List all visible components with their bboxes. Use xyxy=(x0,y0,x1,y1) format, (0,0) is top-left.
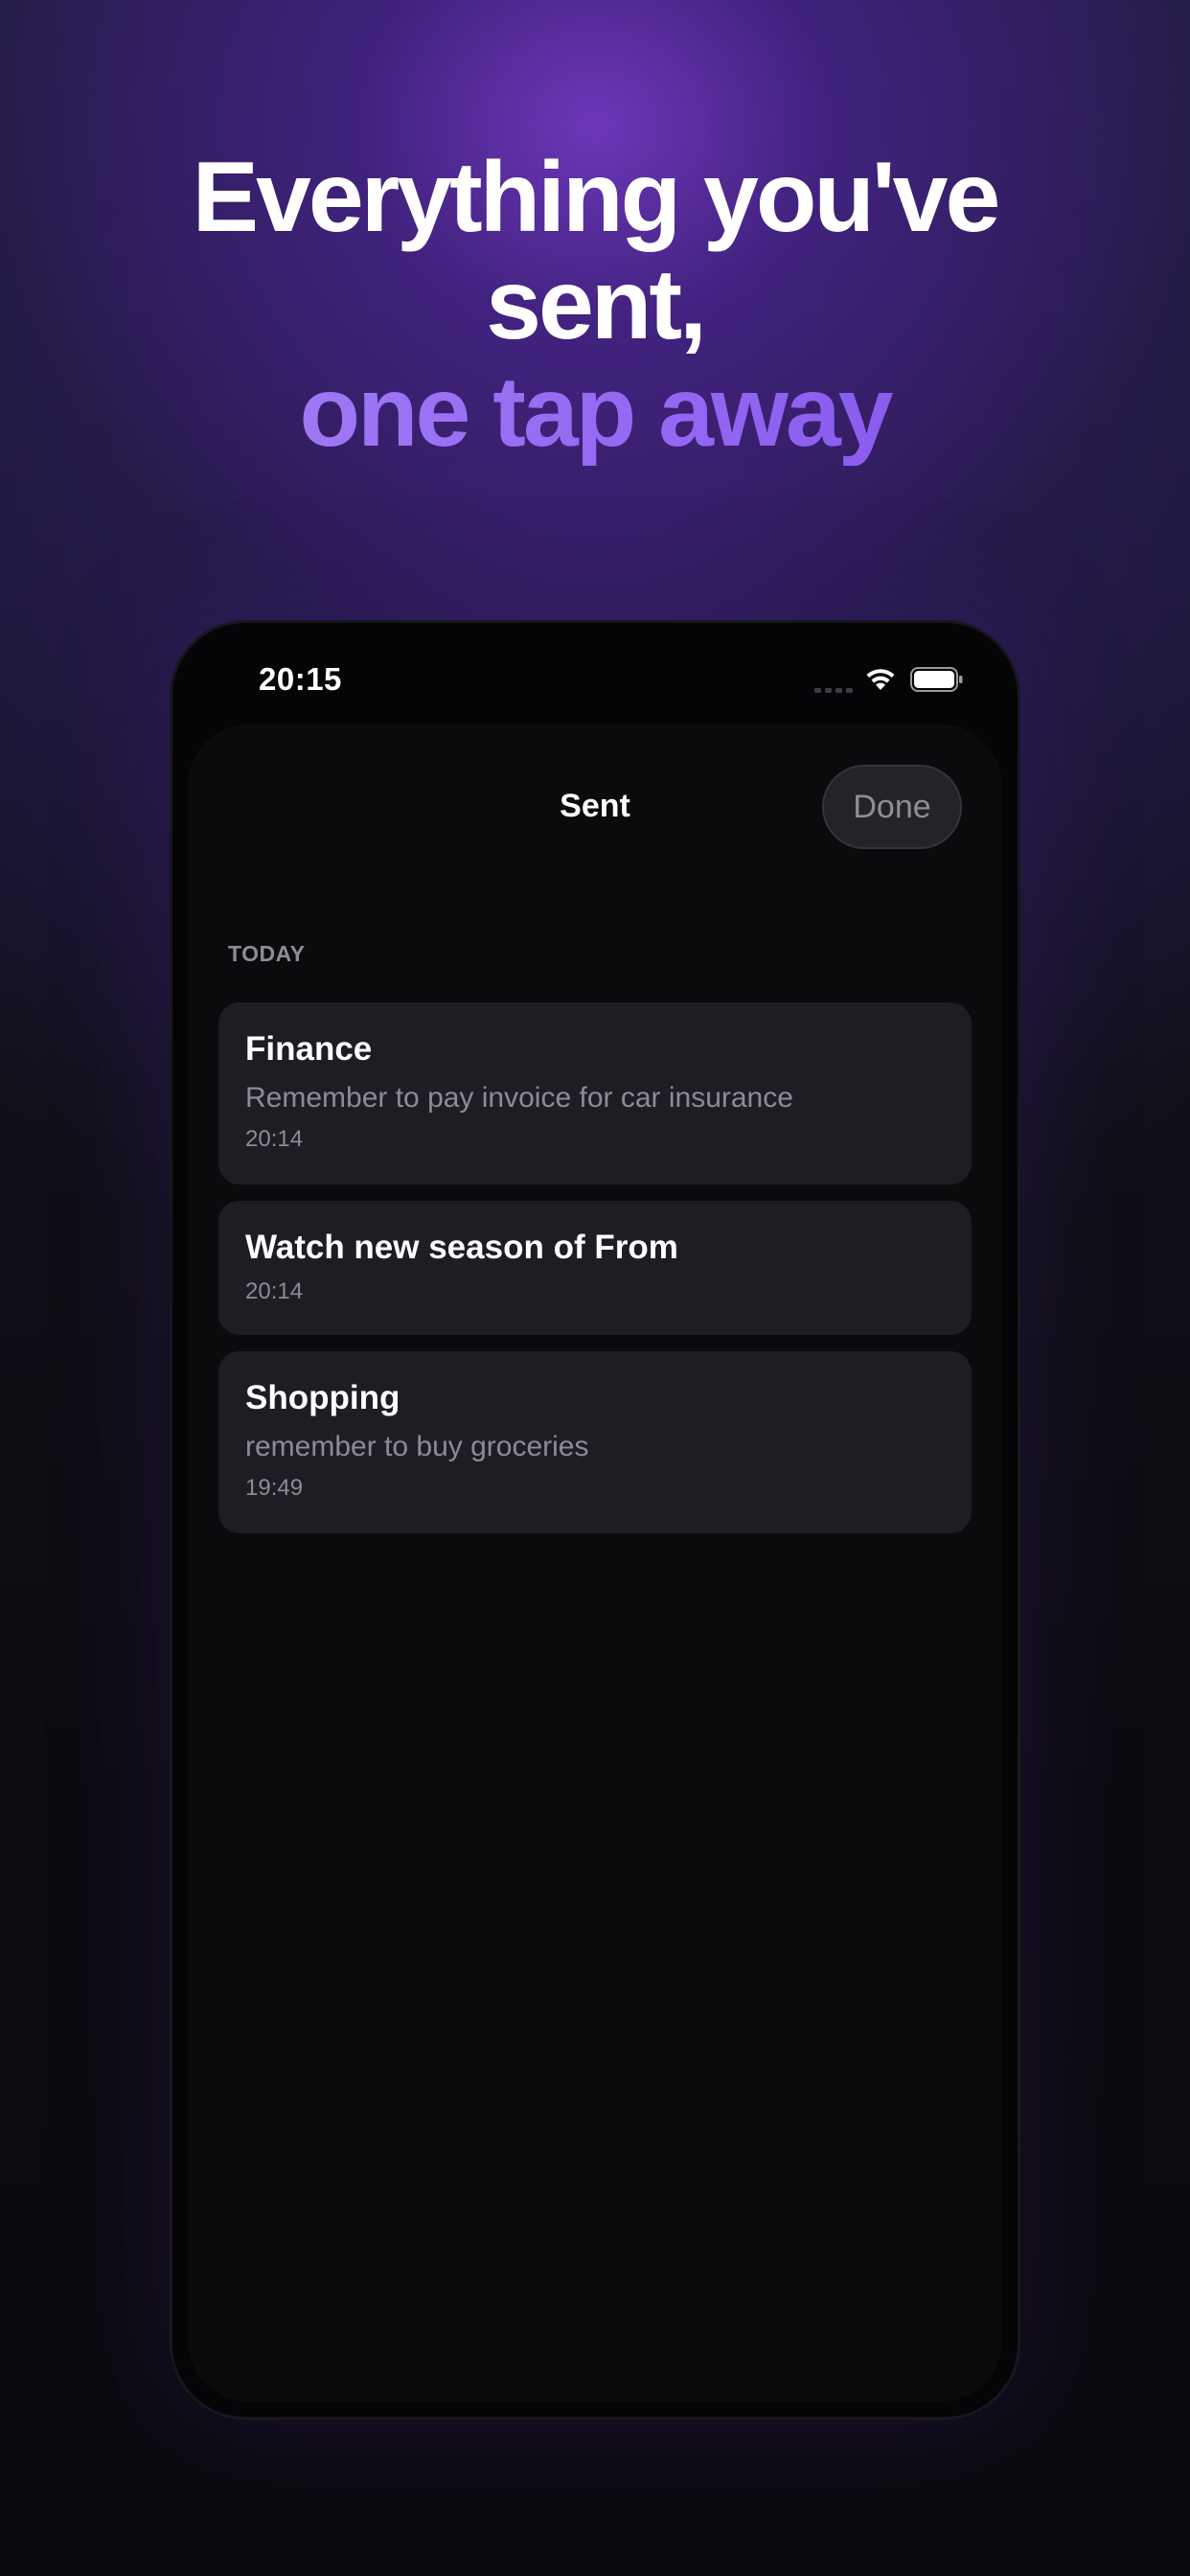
sent-item-title: Shopping xyxy=(245,1379,400,1416)
sent-item-card[interactable]: Watch new season of From 20:14 xyxy=(218,1201,972,1335)
sent-item-time: 20:14 xyxy=(245,1126,304,1152)
sent-item-note: remember to buy groceries xyxy=(245,1431,589,1462)
status-time: 20:15 xyxy=(259,661,342,697)
headline-accent-line: one tap away xyxy=(0,358,1190,466)
sent-item-note: Remember to pay invoice for car insuranc… xyxy=(245,1082,793,1114)
headline-line-2: sent, xyxy=(486,249,707,360)
sent-list: Finance Remember to pay invoice for car … xyxy=(218,1002,972,1550)
sent-item-card[interactable]: Finance Remember to pay invoice for car … xyxy=(218,1002,972,1184)
status-bar: 20:15 xyxy=(172,623,1018,723)
section-header-today: TODAY xyxy=(228,941,306,966)
sent-item-title: Watch new season of From xyxy=(245,1229,678,1266)
signal-icon xyxy=(814,688,853,693)
sent-item-title: Finance xyxy=(245,1030,373,1068)
sent-sheet: Sent Done TODAY Finance Remember to pay … xyxy=(188,724,1002,2402)
sent-item-card[interactable]: Shopping remember to buy groceries 19:49 xyxy=(218,1351,972,1533)
battery-icon xyxy=(910,667,963,692)
headline: Everything you've sent, one tap away xyxy=(0,144,1190,466)
phone-frame: 20:15 Sent Done TODAY Finance Remember t… xyxy=(172,623,1018,2417)
headline-line-1: Everything you've xyxy=(192,142,1001,253)
wifi-icon xyxy=(866,669,895,690)
sent-item-time: 19:49 xyxy=(245,1475,304,1501)
done-button[interactable]: Done xyxy=(822,765,962,849)
sent-item-time: 20:14 xyxy=(245,1278,304,1304)
